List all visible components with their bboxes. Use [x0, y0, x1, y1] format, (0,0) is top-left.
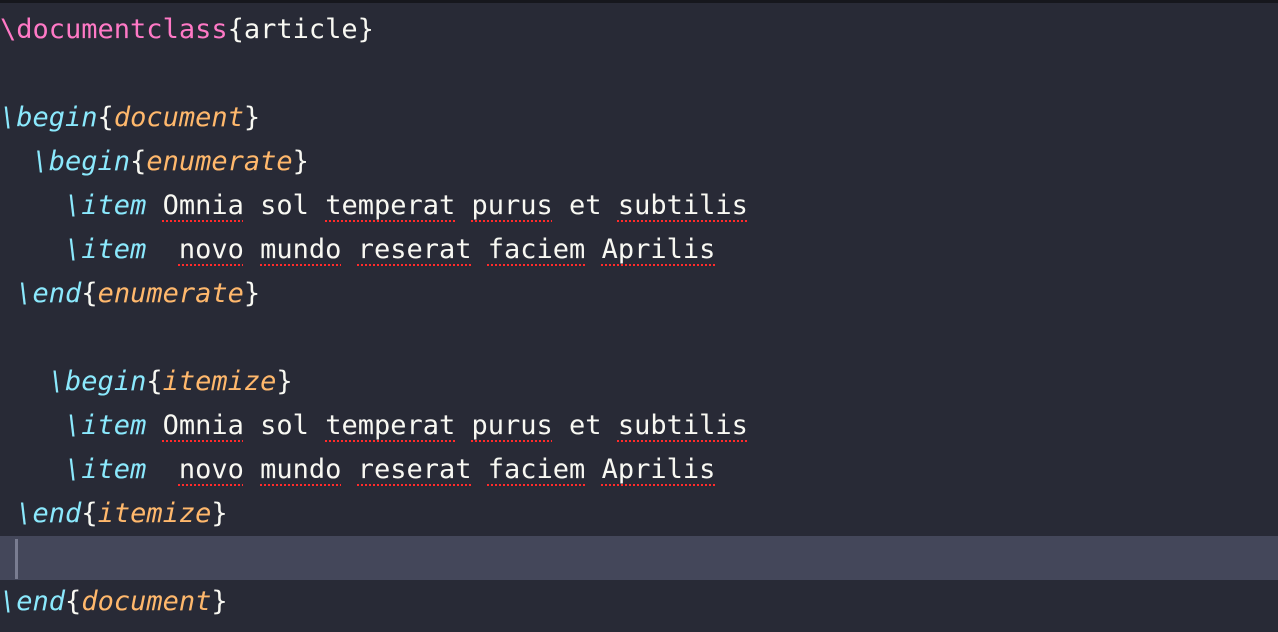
close-brace: } — [211, 498, 228, 529]
item-word: reserat — [357, 234, 472, 265]
current-line[interactable] — [0, 536, 1278, 580]
item-word: faciem — [487, 234, 586, 265]
item-word: reserat — [357, 454, 472, 485]
item-word: temperat — [325, 190, 456, 221]
backslash: \ — [16, 498, 33, 529]
backslash: \ — [16, 278, 33, 309]
item-word: mundo — [260, 454, 342, 485]
open-brace: { — [97, 102, 114, 133]
item-word: Aprilis — [601, 454, 716, 485]
item-word: mundo — [260, 234, 342, 265]
close-brace: } — [211, 586, 228, 617]
latex-argument: itemize — [162, 366, 277, 397]
latex-command: item — [81, 234, 147, 265]
close-brace: } — [243, 102, 261, 133]
item-word: purus — [471, 410, 553, 441]
latex-command: begin — [48, 146, 131, 177]
backslash: \ — [65, 234, 82, 265]
open-brace: { — [81, 498, 98, 529]
open-brace: { — [130, 146, 147, 177]
latex-argument: itemize — [97, 498, 212, 529]
open-brace: { — [227, 14, 244, 45]
latex-argument: document — [113, 102, 244, 133]
item-word: subtilis — [617, 410, 748, 441]
latex-argument: document — [81, 586, 212, 617]
code-editor[interactable]: \documentclass{article} \begin{document} … — [0, 0, 1278, 632]
item-word: et — [569, 190, 602, 221]
latex-command: begin — [16, 102, 98, 133]
text-cursor — [15, 539, 18, 579]
item-word: sol — [260, 190, 309, 221]
item-word: et — [569, 410, 602, 441]
item-word: sol — [260, 410, 309, 441]
latex-argument: enumerate — [97, 278, 244, 309]
backslash: \ — [65, 410, 82, 441]
backslash: \ — [0, 102, 17, 133]
code-line[interactable]: \begin{enumerate} — [0, 140, 1278, 184]
open-brace: { — [81, 278, 98, 309]
item-word: Omnia — [162, 410, 244, 441]
backslash: \ — [0, 14, 17, 45]
item-word: Omnia — [162, 190, 244, 221]
close-brace: } — [292, 146, 309, 177]
backslash: \ — [48, 366, 66, 397]
code-line[interactable]: \documentclass{article} — [0, 8, 1278, 52]
item-word: novo — [178, 234, 244, 265]
open-brace: { — [146, 366, 163, 397]
code-line[interactable]: \item novo mundo reserat faciem Aprilis — [0, 228, 1278, 272]
item-word: subtilis — [617, 190, 748, 221]
close-brace: } — [243, 278, 261, 309]
latex-command: documentclass — [16, 14, 228, 45]
latex-command: end — [32, 498, 82, 529]
item-word: temperat — [325, 410, 456, 441]
close-brace: } — [276, 366, 293, 397]
item-word: purus — [471, 190, 553, 221]
latex-argument: enumerate — [146, 146, 293, 177]
code-line[interactable]: \item novo mundo reserat faciem Aprilis — [0, 448, 1278, 492]
latex-command: item — [81, 454, 147, 485]
item-word: Aprilis — [601, 234, 716, 265]
code-line[interactable]: \begin{document} — [0, 96, 1278, 140]
latex-command: end — [16, 586, 66, 617]
backslash: \ — [32, 146, 49, 177]
code-line[interactable]: \item Omnia sol temperat purus et subtil… — [0, 184, 1278, 228]
code-line[interactable]: \end{enumerate} — [0, 272, 1278, 316]
latex-command: begin — [65, 366, 147, 397]
item-word: novo — [178, 454, 244, 485]
latex-command: end — [32, 278, 82, 309]
code-line[interactable] — [0, 316, 1278, 360]
latex-argument: article — [243, 14, 358, 45]
close-brace: } — [357, 14, 374, 45]
code-line[interactable]: \end{document} — [0, 580, 1278, 624]
code-line[interactable] — [0, 52, 1278, 96]
code-line[interactable]: \begin{itemize} — [0, 360, 1278, 404]
item-word: faciem — [487, 454, 586, 485]
latex-command: item — [81, 190, 147, 221]
backslash: \ — [65, 190, 82, 221]
backslash: \ — [0, 586, 17, 617]
latex-command: item — [81, 410, 147, 441]
code-line[interactable]: \end{itemize} — [0, 492, 1278, 536]
backslash: \ — [65, 454, 82, 485]
open-brace: { — [65, 586, 82, 617]
code-line[interactable]: \item Omnia sol temperat purus et subtil… — [0, 404, 1278, 448]
